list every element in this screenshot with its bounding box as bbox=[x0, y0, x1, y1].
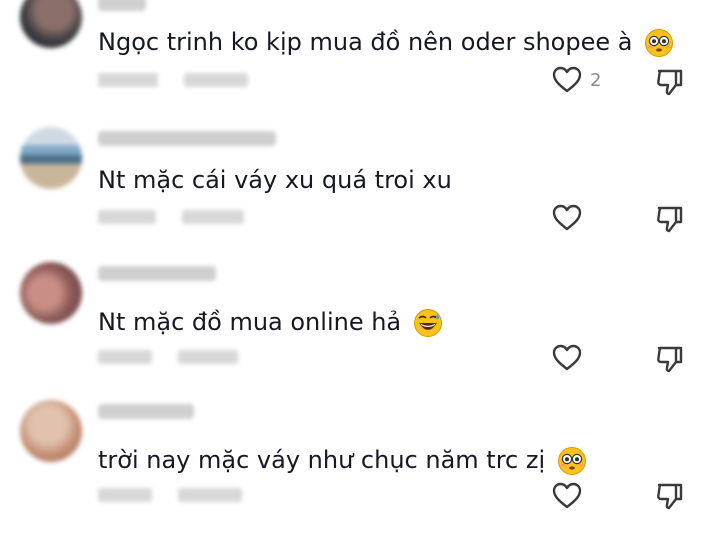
like-count: 2 bbox=[590, 69, 602, 91]
comment-meta-blurred bbox=[98, 210, 244, 224]
grinning-sweat-face-icon bbox=[413, 309, 442, 337]
avatar[interactable] bbox=[20, 400, 82, 462]
like-button[interactable] bbox=[552, 482, 582, 510]
comment-meta-blurred bbox=[98, 488, 242, 502]
username-blurred[interactable] bbox=[98, 131, 276, 146]
comment-text-content: Nt mặc cái váy xu quá troi xu bbox=[98, 166, 452, 194]
comment-text-content: Nt mặc đồ mua online hả bbox=[98, 308, 402, 336]
comment-item: trời nay mặc váy như chục năm trc zị bbox=[0, 400, 710, 540]
avatar[interactable] bbox=[20, 0, 82, 48]
comment-meta-blurred bbox=[98, 73, 248, 87]
username-blurred[interactable] bbox=[98, 266, 216, 281]
thumbs-down-icon[interactable] bbox=[654, 67, 684, 97]
heart-icon bbox=[552, 482, 582, 509]
avatar[interactable] bbox=[20, 262, 82, 324]
comment-text: Nt mặc cái váy xu quá troi xu bbox=[98, 165, 452, 195]
comment-text-content: Ngọc trinh ko kịp mua đồ nên oder shopee… bbox=[98, 28, 633, 56]
thumbs-down-icon[interactable] bbox=[654, 344, 684, 374]
username-blurred[interactable] bbox=[98, 0, 146, 11]
like-button[interactable] bbox=[552, 204, 582, 232]
flushed-face-icon bbox=[645, 29, 674, 57]
like-button[interactable] bbox=[552, 344, 582, 372]
comment-text: trời nay mặc váy như chục năm trc zị bbox=[98, 445, 587, 476]
thumbs-down-icon[interactable] bbox=[654, 481, 684, 511]
heart-icon bbox=[552, 344, 582, 371]
username-blurred[interactable] bbox=[98, 404, 194, 419]
heart-icon bbox=[552, 66, 582, 93]
comment-text: Nt mặc đồ mua online hả bbox=[98, 307, 443, 338]
thumbs-down-icon[interactable] bbox=[654, 204, 684, 234]
comment-item: Ngọc trinh ko kịp mua đồ nên oder shopee… bbox=[0, 0, 710, 135]
comment-item: Nt mặc cái váy xu quá troi xu bbox=[0, 127, 710, 270]
comment-text: Ngọc trinh ko kịp mua đồ nên oder shopee… bbox=[98, 27, 674, 58]
avatar[interactable] bbox=[20, 127, 82, 189]
like-button[interactable]: 2 bbox=[552, 66, 601, 94]
comment-text-content: trời nay mặc váy như chục năm trc zị bbox=[98, 446, 546, 474]
comment-item: Nt mặc đồ mua online hả bbox=[0, 262, 710, 405]
comment-meta-blurred bbox=[98, 350, 238, 364]
flushed-face-icon bbox=[557, 447, 586, 475]
heart-icon bbox=[552, 204, 582, 231]
